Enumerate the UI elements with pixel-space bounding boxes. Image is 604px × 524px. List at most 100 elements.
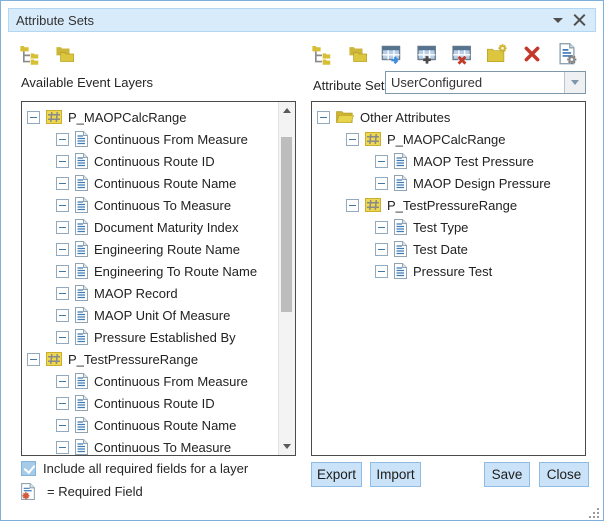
minus-expander-icon[interactable]: [27, 353, 40, 366]
include-required-fields-label: Include all required fields for a layer: [43, 461, 248, 476]
attribute-set-combo-value[interactable]: UserConfigured: [386, 72, 564, 93]
tree-item[interactable]: Continuous From Measure: [22, 370, 278, 392]
new-attribute-set-button[interactable]: [488, 42, 511, 65]
minus-expander-icon[interactable]: [27, 111, 40, 124]
tree-item-label: Engineering To Route Name: [94, 264, 257, 279]
folders-icon: [53, 43, 75, 65]
field-document-icon: [394, 219, 407, 235]
collapse-folders-button[interactable]: [55, 42, 78, 65]
attribute-set-properties-button[interactable]: [558, 42, 581, 65]
attribute-set-combo[interactable]: UserConfigured: [385, 71, 586, 94]
add-field-button[interactable]: [418, 42, 441, 65]
tree-item[interactable]: Pressure Test: [312, 260, 585, 282]
remove-field-button[interactable]: [453, 42, 476, 65]
attribute-set-tree: Other AttributesP_MAOPCalcRange MAOP Test…: [312, 102, 585, 455]
minus-expander-icon[interactable]: [56, 287, 69, 300]
minus-expander-icon[interactable]: [346, 199, 359, 212]
layers-tree-icon: [19, 43, 41, 65]
toolbar-right: [313, 42, 581, 65]
tree-item[interactable]: P_MAOPCalcRange: [22, 106, 278, 128]
expand-set-tree-button[interactable]: [313, 42, 336, 65]
save-button[interactable]: Save: [484, 462, 530, 487]
tree-item-label: Continuous From Measure: [94, 132, 248, 147]
tree-item-label: Continuous To Measure: [94, 440, 231, 455]
collapse-set-folders-button[interactable]: [348, 42, 371, 65]
include-required-fields-row: Include all required fields for a layer: [21, 461, 248, 476]
minus-expander-icon[interactable]: [56, 243, 69, 256]
tree-item[interactable]: Continuous To Measure: [22, 194, 278, 216]
attribute-set-combo-dropdown-button[interactable]: [564, 72, 585, 93]
scroll-up-icon[interactable]: [279, 102, 295, 119]
delete-attribute-set-button[interactable]: [523, 42, 546, 65]
available-event-layers-panel: P_MAOPCalcRangeContinuous From MeasureCo…: [21, 101, 296, 456]
tree-item[interactable]: P_TestPressureRange: [312, 194, 585, 216]
tree-item[interactable]: Continuous To Measure: [22, 436, 278, 455]
tree-item[interactable]: Pressure Established By: [22, 326, 278, 348]
minus-expander-icon[interactable]: [56, 133, 69, 146]
expand-layers-tree-button[interactable]: [21, 42, 44, 65]
tree-item[interactable]: MAOP Test Pressure: [312, 150, 585, 172]
tree-item[interactable]: Continuous Route ID: [22, 392, 278, 414]
minus-expander-icon[interactable]: [56, 331, 69, 344]
minus-expander-icon[interactable]: [375, 221, 388, 234]
import-button[interactable]: Import: [370, 462, 421, 487]
minus-expander-icon[interactable]: [56, 265, 69, 278]
attribute-set-label: Attribute Set:: [313, 78, 388, 93]
chevron-down-icon: [571, 80, 579, 85]
tree-item[interactable]: Continuous Route ID: [22, 150, 278, 172]
available-event-layers-tree: P_MAOPCalcRangeContinuous From MeasureCo…: [22, 102, 278, 455]
tree-item-label: Document Maturity Index: [94, 220, 239, 235]
tree-item[interactable]: MAOP Record: [22, 282, 278, 304]
minus-expander-icon[interactable]: [56, 419, 69, 432]
tree-item[interactable]: P_TestPressureRange: [22, 348, 278, 370]
required-field-icon: [21, 483, 35, 500]
close-icon[interactable]: [573, 14, 586, 27]
minus-expander-icon[interactable]: [56, 375, 69, 388]
delete-x-icon: [522, 44, 542, 64]
export-button[interactable]: Export: [311, 462, 362, 487]
minus-expander-icon[interactable]: [56, 199, 69, 212]
export-table-button[interactable]: [383, 42, 406, 65]
minus-expander-icon[interactable]: [56, 221, 69, 234]
tree-item[interactable]: Engineering Route Name: [22, 238, 278, 260]
close-button[interactable]: Close: [539, 462, 589, 487]
minus-expander-icon[interactable]: [346, 133, 359, 146]
minus-expander-icon[interactable]: [56, 155, 69, 168]
tree-item-label: MAOP Test Pressure: [413, 154, 534, 169]
minus-expander-icon[interactable]: [375, 243, 388, 256]
tree-item[interactable]: Continuous From Measure: [22, 128, 278, 150]
tree-item[interactable]: Other Attributes: [312, 106, 585, 128]
window-title: Attribute Sets: [9, 13, 94, 28]
minus-expander-icon[interactable]: [375, 155, 388, 168]
minus-expander-icon[interactable]: [56, 309, 69, 322]
field-document-icon: [394, 241, 407, 257]
tree-item[interactable]: Test Type: [312, 216, 585, 238]
scrollbar-thumb[interactable]: [281, 137, 292, 312]
field-document-icon: [75, 329, 88, 345]
tree-item[interactable]: Test Date: [312, 238, 585, 260]
required-field-label: = Required Field: [47, 484, 143, 499]
table-remove-icon: [451, 43, 473, 65]
tree-item[interactable]: Continuous Route Name: [22, 172, 278, 194]
tree-item[interactable]: MAOP Unit Of Measure: [22, 304, 278, 326]
scroll-down-icon[interactable]: [279, 438, 295, 455]
tree-item-label: Continuous Route Name: [94, 176, 236, 191]
include-required-fields-checkbox[interactable]: [21, 461, 36, 476]
tree-item[interactable]: MAOP Design Pressure: [312, 172, 585, 194]
resize-grip[interactable]: [589, 506, 600, 517]
field-document-icon: [75, 263, 88, 279]
tree-item[interactable]: Continuous Route Name: [22, 414, 278, 436]
tree-item[interactable]: P_MAOPCalcRange: [312, 128, 585, 150]
dock-menu-icon[interactable]: [553, 18, 563, 23]
minus-expander-icon[interactable]: [317, 111, 330, 124]
tree-item[interactable]: Engineering To Route Name: [22, 260, 278, 282]
minus-expander-icon[interactable]: [56, 177, 69, 190]
minus-expander-icon[interactable]: [375, 177, 388, 190]
minus-expander-icon[interactable]: [56, 441, 69, 454]
tree-item-label: Test Type: [413, 220, 468, 235]
minus-expander-icon[interactable]: [56, 397, 69, 410]
minus-expander-icon[interactable]: [375, 265, 388, 278]
vertical-scrollbar[interactable]: [278, 102, 295, 455]
tree-item[interactable]: Document Maturity Index: [22, 216, 278, 238]
field-document-icon: [75, 439, 88, 455]
